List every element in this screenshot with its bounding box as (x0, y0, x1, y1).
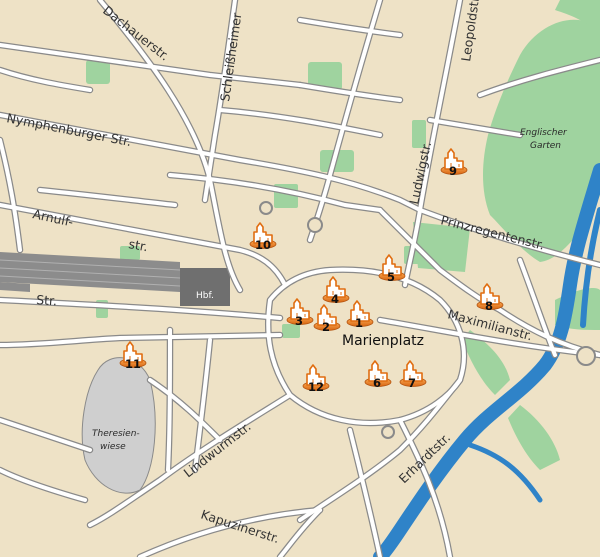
marker-number: 11 (125, 357, 141, 371)
marker-number: 4 (331, 292, 339, 306)
theresienwiese-area (81, 357, 156, 494)
marker-number: 5 (387, 270, 395, 284)
marker-number: 9 (449, 164, 457, 178)
marker-number: 12 (308, 380, 324, 394)
roundabout-1 (307, 217, 323, 233)
marker-number: 3 (295, 314, 303, 328)
park-1 (86, 60, 110, 84)
roundabout-3 (576, 346, 596, 366)
marker-number: 7 (408, 376, 416, 390)
theresienwiese-label-2: wiese (100, 442, 126, 452)
bayer-str-label: Str. (36, 292, 58, 308)
marker-number: 2 (322, 320, 330, 334)
roundabout-4 (381, 425, 395, 439)
theresienwiese-label-1: Theresien- (92, 429, 140, 439)
englischer-garten-label-1: Englischer (520, 128, 568, 138)
marker-number: 6 (373, 376, 381, 390)
marker-number: 1 (355, 316, 363, 330)
marker-number: 10 (255, 238, 271, 252)
hbf-label: Hbf. (196, 291, 214, 301)
roundabout-2 (259, 201, 273, 215)
marienplatz-label: Marienplatz (342, 333, 424, 349)
marker-number: 8 (485, 299, 493, 313)
englischer-garten-label-2: Garten (530, 141, 561, 151)
city-map[interactable]: Dachauerstr. Schleißheimer Leopoldstr. N… (0, 0, 600, 557)
